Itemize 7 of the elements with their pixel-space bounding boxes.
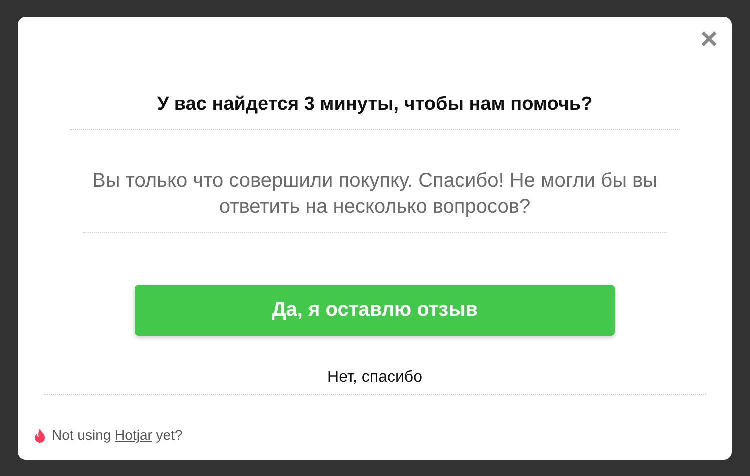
survey-message: Вы только что совершили покупку. Спасибо! Не могли бы вы ответить на несколько вопросов? <box>83 168 667 232</box>
close-button[interactable]: × <box>700 25 718 55</box>
decline-button[interactable]: Нет, спасибо <box>320 362 430 394</box>
survey-title: У вас найдется 3 минуты, чтобы нам помочь? <box>70 91 680 130</box>
footer-text: Not using Hotjar yet? <box>52 426 183 445</box>
flame-icon <box>34 428 46 442</box>
hotjar-link[interactable]: Hotjar <box>115 427 152 443</box>
